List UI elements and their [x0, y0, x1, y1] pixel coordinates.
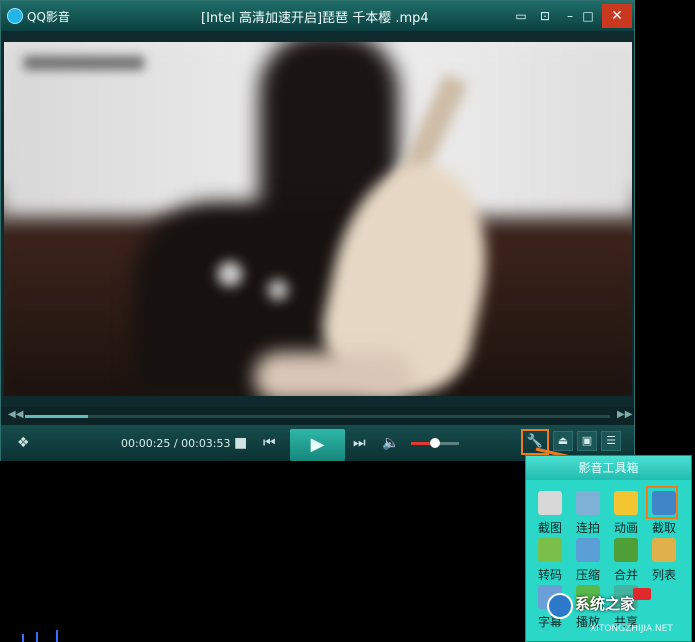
tool-burst[interactable]: 连拍 [570, 491, 606, 539]
video-watermark [24, 56, 144, 70]
rewind-icon[interactable]: ◀◀ [8, 409, 23, 420]
window-title: [Intel 高清加速开启]琵琶 千本樱 .mp4 [201, 11, 429, 26]
close-icon[interactable]: ✕ [602, 4, 632, 28]
tool-label: 截取 [651, 521, 676, 535]
tool-label: 列表 [651, 568, 676, 582]
tool-convert[interactable]: 转码 [532, 538, 568, 586]
bottom-mark [22, 634, 24, 642]
bottom-mark [56, 630, 58, 642]
volume-icon[interactable]: 🔈 [382, 433, 399, 453]
time-display: 00:00:25 / 00:03:53 [121, 437, 231, 450]
tool-camera[interactable]: 截图 [532, 491, 568, 539]
volume-slider[interactable] [411, 438, 459, 448]
player-window: QQ影音 [Intel 高清加速开启]琵琶 千本樱 .mp4 ▭ ⊡ – □ ✕… [0, 0, 635, 461]
convert-icon [538, 538, 562, 562]
burst-icon [576, 491, 600, 515]
toolbox-title: 影音工具箱 [526, 456, 691, 480]
footprint-icon[interactable]: ❖ [17, 433, 30, 453]
video-hand [254, 352, 414, 396]
tool-compress[interactable]: 压缩 [570, 538, 606, 586]
seek-played [25, 415, 88, 418]
message-icon[interactable]: ▭ [512, 7, 530, 25]
gif-icon [614, 491, 638, 515]
watermark-text: 系统之家 [575, 595, 636, 613]
next-icon[interactable]: ⏭ [353, 433, 366, 453]
highlight-box [646, 486, 678, 519]
new-badge [633, 588, 651, 600]
qq-player-logo-icon [7, 8, 23, 24]
seek-bar[interactable]: ◀◀ ▶▶ [1, 407, 634, 425]
minimize-icon[interactable]: – [561, 7, 579, 25]
tool-playlist[interactable]: 列表 [646, 538, 682, 586]
time-total: 00:03:53 [181, 437, 231, 450]
merge-icon [614, 538, 638, 562]
bottom-marks [22, 628, 72, 642]
time-separator: / [170, 437, 182, 450]
compress-icon [576, 538, 600, 562]
tool-gif[interactable]: 动画 [608, 491, 644, 539]
maximize-icon[interactable]: □ [579, 7, 597, 25]
stop-icon[interactable]: ■ [234, 433, 247, 453]
title-bar[interactable]: QQ影音 [Intel 高清加速开启]琵琶 千本樱 .mp4 ▭ ⊡ – □ ✕ [1, 1, 634, 31]
camera-icon [538, 491, 562, 515]
playlist-icon [652, 538, 676, 562]
watermark-logo-icon [547, 593, 573, 619]
video-frame[interactable] [4, 42, 632, 396]
fast-forward-icon[interactable]: ▶▶ [617, 409, 632, 420]
app-name: QQ影音 [27, 10, 70, 24]
watermark-subtext: XITONGZHIJIA.NET [590, 624, 673, 634]
time-current: 00:00:25 [121, 437, 171, 450]
bottom-mark [36, 632, 38, 642]
volume-knob[interactable] [430, 438, 440, 448]
minimize-to-tray-icon[interactable]: ⊡ [536, 7, 554, 25]
play-button[interactable]: ▶ [290, 429, 345, 461]
tool-merge[interactable]: 合并 [608, 538, 644, 586]
video-figure-pattern [194, 242, 314, 322]
previous-icon[interactable]: ⏮ [263, 433, 276, 453]
seek-track[interactable] [25, 415, 610, 418]
